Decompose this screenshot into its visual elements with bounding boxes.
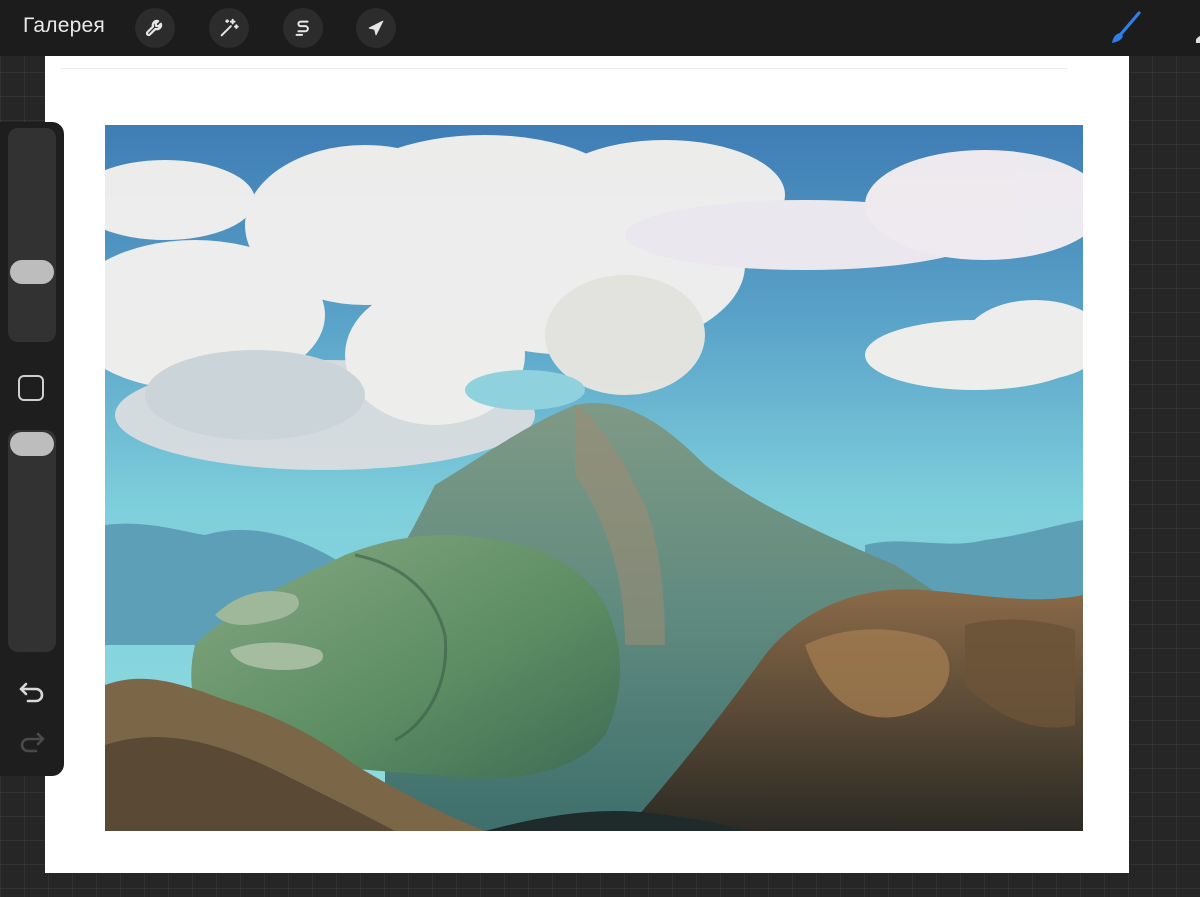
brush-size-thumb[interactable]	[10, 260, 54, 285]
watercolor-volcano-landscape	[105, 125, 1083, 831]
transform-button[interactable]	[356, 8, 396, 48]
undo-arrow-icon	[19, 682, 44, 703]
magic-wand-icon	[220, 18, 239, 37]
redo-button[interactable]	[16, 728, 48, 756]
opacity-thumb[interactable]	[10, 432, 54, 456]
wrench-icon	[145, 19, 163, 37]
adjustments-button[interactable]	[209, 8, 249, 48]
artwork-image[interactable]	[105, 125, 1083, 831]
undo-button[interactable]	[16, 678, 48, 706]
brush-tool-button[interactable]	[1104, 8, 1146, 50]
paintbrush-icon	[1112, 11, 1141, 43]
top-toolbar: Галерея	[0, 0, 1200, 56]
brush-size-slider[interactable]	[8, 128, 56, 342]
redo-arrow-icon	[20, 732, 45, 753]
selection-button[interactable]	[283, 8, 323, 48]
arrow-cursor-icon	[368, 20, 384, 36]
left-sidebar	[0, 122, 64, 776]
opacity-slider[interactable]	[8, 430, 56, 652]
color-swatch-edge[interactable]	[1192, 24, 1200, 44]
gallery-button[interactable]: Галерея	[23, 14, 105, 38]
paper-edge-line	[60, 68, 1068, 69]
selection-s-icon	[295, 20, 309, 36]
modify-button[interactable]	[18, 375, 44, 401]
wrench-button[interactable]	[135, 8, 175, 48]
